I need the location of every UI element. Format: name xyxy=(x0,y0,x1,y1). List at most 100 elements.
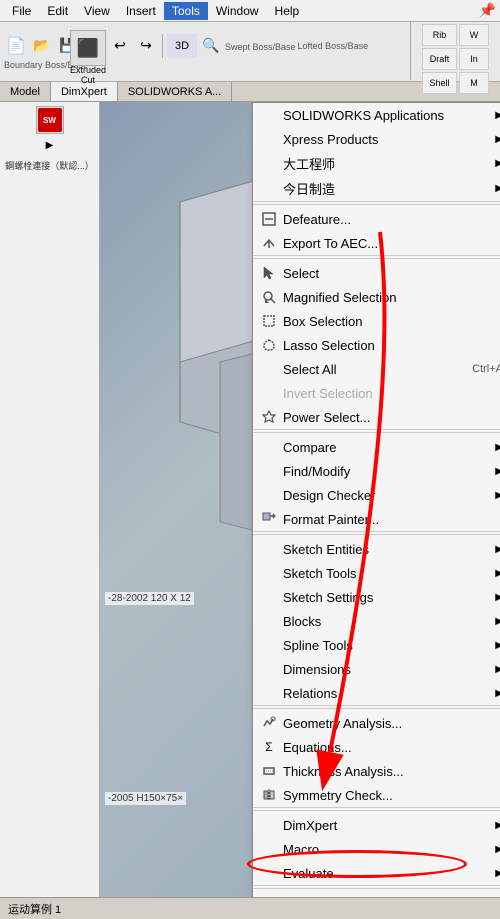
select-all-icon xyxy=(259,360,279,378)
toolbar-m[interactable]: M xyxy=(459,72,489,94)
thickness-analysis-icon xyxy=(259,762,279,780)
menu-item-dimxpert[interactable]: DimXpert ▶ xyxy=(253,813,500,837)
toolbar-area: 📄 📂 💾 🖨 ↩ ↪ 3D 🔍 Swept Boss/Base Lofted … xyxy=(0,22,500,82)
toolbar-shell[interactable]: Shell xyxy=(422,72,457,94)
tab-model[interactable]: Model xyxy=(0,82,51,101)
pin-icon: 📌 xyxy=(479,2,496,19)
format-painter-icon xyxy=(259,510,279,528)
arrow-macro: ▶ xyxy=(495,844,500,855)
menu-item-design-checker[interactable]: Design Checker ▶ xyxy=(253,483,500,507)
menu-item-geometry-analysis[interactable]: Geometry Analysis... xyxy=(253,711,500,735)
relations-icon xyxy=(259,684,279,702)
menu-item-dimensions[interactable]: Dimensions ▶ xyxy=(253,657,500,681)
arrow-icon-design-checker: ▶ xyxy=(495,490,500,501)
menu-item-add-ins[interactable]: Add-Ins... xyxy=(253,891,500,897)
defeature-icon xyxy=(259,210,279,228)
arrow-spline-tools: ▶ xyxy=(495,640,500,651)
menu-item-export-aec[interactable]: Export To AEC... xyxy=(253,231,500,255)
menu-item-invert-selection[interactable]: Invert Selection xyxy=(253,381,500,405)
menu-item-sketch-entities[interactable]: Sketch Entities ▶ xyxy=(253,537,500,561)
blocks-icon xyxy=(259,612,279,630)
arrow-sketch-tools: ▶ xyxy=(495,568,500,579)
toolbar-3d[interactable]: 3D xyxy=(167,34,197,58)
sketch-tools-icon xyxy=(259,564,279,582)
menu-item-macro[interactable]: Macro ▶ xyxy=(253,837,500,861)
toolbar-in[interactable]: In xyxy=(459,48,489,70)
extruded-cut-icon: ⬛ xyxy=(70,30,106,66)
sidebar-expand-btn[interactable]: ▶ xyxy=(44,138,56,153)
solidworks-apps-icon xyxy=(259,106,279,124)
solidworks-logo: SW xyxy=(36,106,64,134)
toolbar-new[interactable]: 📄 xyxy=(4,34,28,58)
menu-item-symmetry-check[interactable]: Symmetry Check... xyxy=(253,783,500,807)
toolbar-open[interactable]: 📂 xyxy=(30,34,54,58)
arrow-blocks: ▶ xyxy=(495,616,500,627)
spline-tools-icon xyxy=(259,636,279,654)
toolbar-redo[interactable]: ↪ xyxy=(134,34,158,58)
menu-item-relations[interactable]: Relations ▶ xyxy=(253,681,500,705)
menu-item-compare[interactable]: Compare ▶ xyxy=(253,435,500,459)
menu-item-select[interactable]: Select xyxy=(253,261,500,285)
menu-item-select-all[interactable]: Select All Ctrl+A xyxy=(253,357,500,381)
xpress-icon xyxy=(259,130,279,148)
tab-solidworks[interactable]: SOLIDWORKS A... xyxy=(118,82,233,101)
menu-item-blocks[interactable]: Blocks ▶ xyxy=(253,609,500,633)
arrow-evaluate: ▶ xyxy=(495,868,500,879)
separator-2 xyxy=(253,258,500,259)
arrow-dimensions: ▶ xyxy=(495,664,500,675)
toolbar-draft[interactable]: Draft xyxy=(422,48,457,70)
menu-section-compare: Compare ▶ Find/Modify ▶ Design Checker ▶ xyxy=(253,435,500,532)
menu-item-lasso-selection[interactable]: Lasso Selection xyxy=(253,333,500,357)
menu-tools[interactable]: Tools xyxy=(164,2,208,20)
separator-5 xyxy=(253,708,500,709)
menu-item-defeature[interactable]: Defeature... xyxy=(253,207,500,231)
sidebar-label-swept: Swept Boss/Base xyxy=(225,42,296,52)
toolbar-undo[interactable]: ↩ xyxy=(108,34,132,58)
menu-item-find-modify[interactable]: Find/Modify ▶ xyxy=(253,459,500,483)
extruded-cut-label: ExtrudedCut xyxy=(70,66,106,86)
arrow-icon-dawork: ▶ xyxy=(495,158,500,169)
menu-section-apps: SOLIDWORKS Applications ▶ Xpress Product… xyxy=(253,103,500,202)
menu-item-xpress[interactable]: Xpress Products ▶ xyxy=(253,127,500,151)
menu-item-thickness-analysis[interactable]: Thickness Analysis... xyxy=(253,759,500,783)
menu-insert[interactable]: Insert xyxy=(118,2,164,20)
separator-6 xyxy=(253,810,500,811)
menu-file[interactable]: File xyxy=(4,2,39,20)
menu-section-defeature: Defeature... Export To AEC... xyxy=(253,207,500,256)
dimxpert-icon xyxy=(259,816,279,834)
menu-item-box-selection[interactable]: Box Selection xyxy=(253,309,500,333)
menu-section-sketch: Sketch Entities ▶ Sketch Tools ▶ Sketch … xyxy=(253,537,500,706)
sidebar-item-bolt: 鋼螺栓連接（默認...） xyxy=(5,159,94,172)
toolbar-view1[interactable]: 🔍 xyxy=(199,34,223,58)
menu-item-jrzz[interactable]: 今日制造 ▶ xyxy=(253,176,500,201)
menu-item-spline-tools[interactable]: Spline Tools ▶ xyxy=(253,633,500,657)
menu-item-solidworks-applications[interactable]: SOLIDWORKS Applications ▶ xyxy=(253,103,500,127)
menu-item-equations[interactable]: Σ Equations... xyxy=(253,735,500,759)
menu-item-evaluate[interactable]: Evaluate ▶ xyxy=(253,861,500,885)
menu-item-dawork[interactable]: 大工程师 ▶ xyxy=(253,151,500,176)
arrow-sketch-entities: ▶ xyxy=(495,544,500,555)
invert-selection-icon xyxy=(259,384,279,402)
menu-item-sketch-tools[interactable]: Sketch Tools ▶ xyxy=(253,561,500,585)
menu-item-power-select[interactable]: Power Select... xyxy=(253,405,500,429)
toolbar-w[interactable]: W xyxy=(459,24,489,46)
menu-edit[interactable]: Edit xyxy=(39,2,76,20)
arrow-sketch-settings: ▶ xyxy=(495,592,500,603)
sw-icon: SW xyxy=(38,108,62,132)
power-select-icon xyxy=(259,408,279,426)
toolbar-rib[interactable]: Rib xyxy=(422,24,457,46)
menu-help[interactable]: Help xyxy=(267,2,308,20)
magnified-selection-icon xyxy=(259,288,279,306)
menu-item-magnified-selection[interactable]: Magnified Selection xyxy=(253,285,500,309)
menu-item-sketch-settings[interactable]: Sketch Settings ▶ xyxy=(253,585,500,609)
add-ins-icon xyxy=(259,894,279,897)
tools-dropdown-menu: SOLIDWORKS Applications ▶ Xpress Product… xyxy=(252,102,500,897)
select-cursor-icon xyxy=(259,264,279,282)
evaluate-icon xyxy=(259,864,279,882)
status-tab-label[interactable]: 运动算例 1 xyxy=(8,901,61,917)
menu-window[interactable]: Window xyxy=(208,2,267,20)
dimensions-icon xyxy=(259,660,279,678)
menu-view[interactable]: View xyxy=(76,2,118,20)
arrow-icon-compare: ▶ xyxy=(495,442,500,453)
menu-item-format-painter[interactable]: Format Painter... xyxy=(253,507,500,531)
